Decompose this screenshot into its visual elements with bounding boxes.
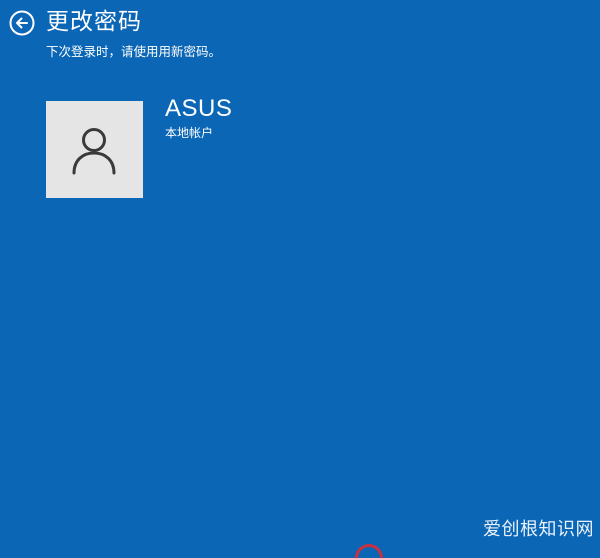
back-arrow-circle-icon [9,10,35,36]
account-name: ASUS [165,95,233,122]
back-button[interactable] [9,10,35,36]
watermark: 爱创根知识网 [483,519,594,540]
partial-red-shape [355,544,383,558]
avatar [46,101,143,198]
account-type: 本地帐户 [165,126,214,140]
user-icon [72,128,116,175]
page-title: 更改密码 [46,9,142,35]
page-subtitle: 下次登录时，请使用用新密码。 [46,44,222,59]
